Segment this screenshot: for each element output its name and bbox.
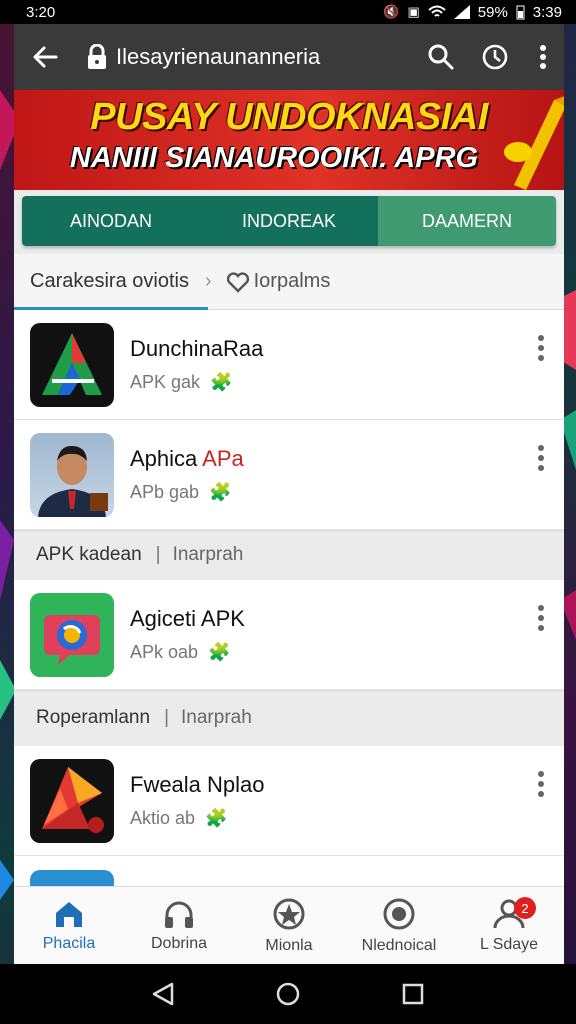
section-title: Roperamlann	[36, 707, 151, 728]
tab-indoreak[interactable]: INDOREAK	[200, 196, 378, 246]
avatar	[30, 432, 114, 517]
nav-label: Nlednoical	[361, 936, 437, 954]
tab-bar: AINODAN INDOREAK DAAMERN	[22, 196, 556, 246]
list-item[interactable]: DunchinaRaa APK gak 🧩	[14, 310, 564, 420]
item-name-text: DunchinaRaa	[130, 336, 264, 361]
status-clock: 3:39	[532, 3, 562, 21]
headphones-icon	[165, 901, 193, 928]
kite-logo-icon	[30, 758, 114, 843]
puzzle-icon: 🧩	[209, 482, 232, 502]
section-subtitle[interactable]: Inarprah	[173, 544, 244, 566]
chevron-right-icon: ›	[204, 270, 212, 292]
nav-item-l-sdaye[interactable]: L Sdaye 2	[454, 887, 564, 964]
promo-banner[interactable]: PUSAY UNDOKNASIAI NANIII SIANAUROOIKI. A…	[14, 90, 564, 190]
banner-subtitle: NANIII SIANAUROOIKI. APRG	[69, 142, 479, 174]
item-meta-text: APK gak	[130, 372, 201, 392]
home-circle-icon[interactable]	[275, 981, 301, 1007]
tabs-strip: AINODAN INDOREAK DAAMERN	[14, 190, 564, 254]
status-bar: 3:20 🔇 ▣ 59% 3:39	[0, 0, 576, 24]
app-bar: Ilesayrienaunanneria	[14, 24, 564, 90]
item-name-text: Aphica	[130, 446, 203, 471]
tab-label: AINODAN	[69, 210, 152, 231]
lock-icon	[88, 44, 106, 69]
item-meta-text: APb gab	[130, 482, 200, 502]
star-badge-icon	[273, 898, 305, 929]
more-vert-icon[interactable]	[536, 444, 546, 474]
url-text[interactable]: Ilesayrienaunanneria	[116, 44, 404, 70]
system-nav-bar	[0, 964, 576, 1024]
tab-label: DAAMERN	[421, 210, 512, 231]
more-vert-icon[interactable]	[536, 40, 550, 74]
nav-item-mionla[interactable]: Mionla	[234, 887, 344, 964]
chat-logo-icon	[30, 592, 114, 677]
more-vert-icon[interactable]	[536, 604, 546, 634]
puzzle-icon: 🧩	[208, 642, 231, 662]
puzzle-icon: 🧩	[205, 808, 228, 828]
section-divider: |	[155, 544, 161, 565]
nav-label: Dobrina	[150, 934, 208, 952]
battery-percent: 59%	[477, 3, 508, 21]
banner-title: PUSAY UNDOKNASIAI	[90, 96, 488, 138]
item-name: DunchinaRaa	[130, 336, 263, 362]
back-arrow-icon[interactable]	[30, 42, 60, 72]
nav-item-nlednoical[interactable]: Nlednoical	[344, 887, 454, 964]
nav-item-dobrina[interactable]: Dobrina	[124, 887, 234, 964]
home-icon	[56, 901, 82, 927]
section-subtitle[interactable]: Inarprah	[181, 707, 252, 729]
nav-item-phacila[interactable]: Phacila	[14, 887, 124, 964]
item-name: Fweala Nplao	[130, 772, 265, 798]
section-header: Roperamlann | Inarprah	[14, 690, 564, 746]
item-name: Agiceti APK	[130, 606, 245, 632]
back-triangle-icon[interactable]	[150, 981, 176, 1007]
timer-icon[interactable]	[478, 40, 512, 74]
wifi-icon	[428, 5, 446, 17]
item-name-text: Agiceti APK	[130, 606, 245, 631]
list-item[interactable]: Agiceti APK APk oab 🧩	[14, 580, 564, 690]
more-vert-icon[interactable]	[536, 334, 546, 364]
pencil-icon	[504, 96, 564, 190]
nav-label: Phacila	[42, 934, 96, 952]
breadcrumb-first[interactable]: Carakesira oviotis	[30, 270, 189, 293]
breadcrumb: Carakesira oviotis › Iorpalms	[14, 254, 564, 310]
item-meta: APK gak 🧩	[130, 372, 263, 393]
section-header: APK kadean | Inarprah	[14, 530, 564, 580]
bottom-nav: Phacila Dobrina Mionla Nlednoical L Sday…	[14, 886, 564, 964]
section-divider: |	[164, 707, 170, 728]
tab-label: INDOREAK	[241, 210, 337, 231]
item-meta: APk oab 🧩	[130, 642, 245, 663]
signal-icon	[453, 5, 470, 19]
breadcrumb-second-wrap[interactable]: Iorpalms	[226, 270, 331, 293]
recents-square-icon[interactable]	[400, 981, 426, 1007]
app-screen: Ilesayrienaunanneria PUSAY UNDOKNASIAI N…	[14, 24, 564, 964]
section-title: APK kadean	[36, 544, 142, 565]
nav-label: L Sdaye	[479, 935, 539, 953]
breadcrumb-second: Iorpalms	[253, 270, 331, 292]
item-name: Aphica APa	[130, 446, 244, 472]
status-time: 3:20	[26, 3, 56, 21]
battery-icon	[516, 5, 525, 20]
item-meta-text: APk oab	[130, 642, 199, 662]
mute-icon: 🔇	[383, 4, 400, 19]
list-item[interactable]: Fweala Nplao Aktio ab 🧩	[14, 746, 564, 856]
tab-ainodan[interactable]: AINODAN	[22, 196, 200, 246]
target-icon	[383, 898, 415, 929]
search-icon[interactable]	[424, 40, 458, 74]
app-logo-icon	[30, 322, 114, 407]
notification-badge: 2	[514, 897, 536, 919]
item-name-text: Fweala Nplao	[130, 772, 265, 797]
nav-label: Mionla	[265, 936, 313, 954]
heart-tag-icon	[226, 271, 249, 293]
item-meta-text: Aktio ab	[130, 808, 196, 828]
sim-icon: ▣	[407, 4, 420, 19]
puzzle-icon: 🧩	[210, 372, 233, 392]
item-meta: APb gab 🧩	[130, 482, 244, 503]
more-vert-icon[interactable]	[536, 770, 546, 800]
tab-daamern[interactable]: DAAMERN	[378, 196, 556, 246]
item-meta: Aktio ab 🧩	[130, 808, 265, 829]
list-item[interactable]: Aphica APa APb gab 🧩	[14, 420, 564, 530]
item-name-accent: APa	[202, 446, 244, 471]
